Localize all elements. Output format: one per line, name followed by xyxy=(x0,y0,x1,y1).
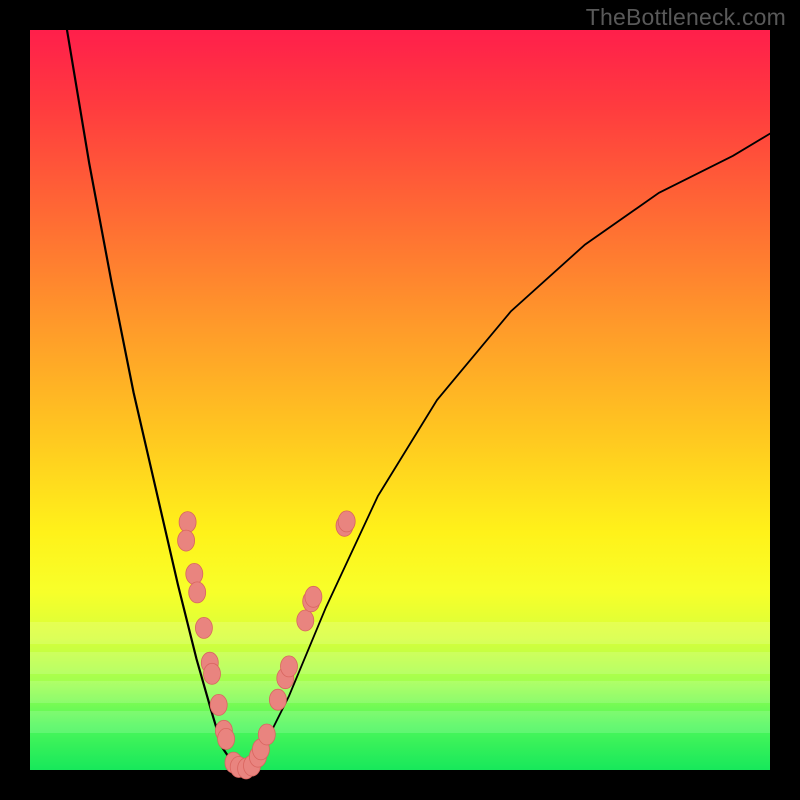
data-marker xyxy=(258,724,275,745)
data-marker xyxy=(204,663,221,684)
chart-svg xyxy=(30,30,770,770)
data-marker xyxy=(281,656,298,677)
data-marker xyxy=(186,563,203,584)
curve-right xyxy=(241,134,770,770)
data-marker xyxy=(210,694,227,715)
data-marker xyxy=(189,582,206,603)
data-marker xyxy=(305,586,322,607)
data-marker xyxy=(218,728,235,749)
plot-area xyxy=(30,30,770,770)
data-markers xyxy=(178,511,356,779)
data-marker xyxy=(338,511,355,532)
data-marker xyxy=(178,530,195,551)
data-marker xyxy=(297,610,314,631)
watermark-text: TheBottleneck.com xyxy=(586,4,786,31)
data-marker xyxy=(179,512,196,533)
outer-frame: TheBottleneck.com xyxy=(0,0,800,800)
data-marker xyxy=(269,689,286,710)
data-marker xyxy=(195,617,212,638)
